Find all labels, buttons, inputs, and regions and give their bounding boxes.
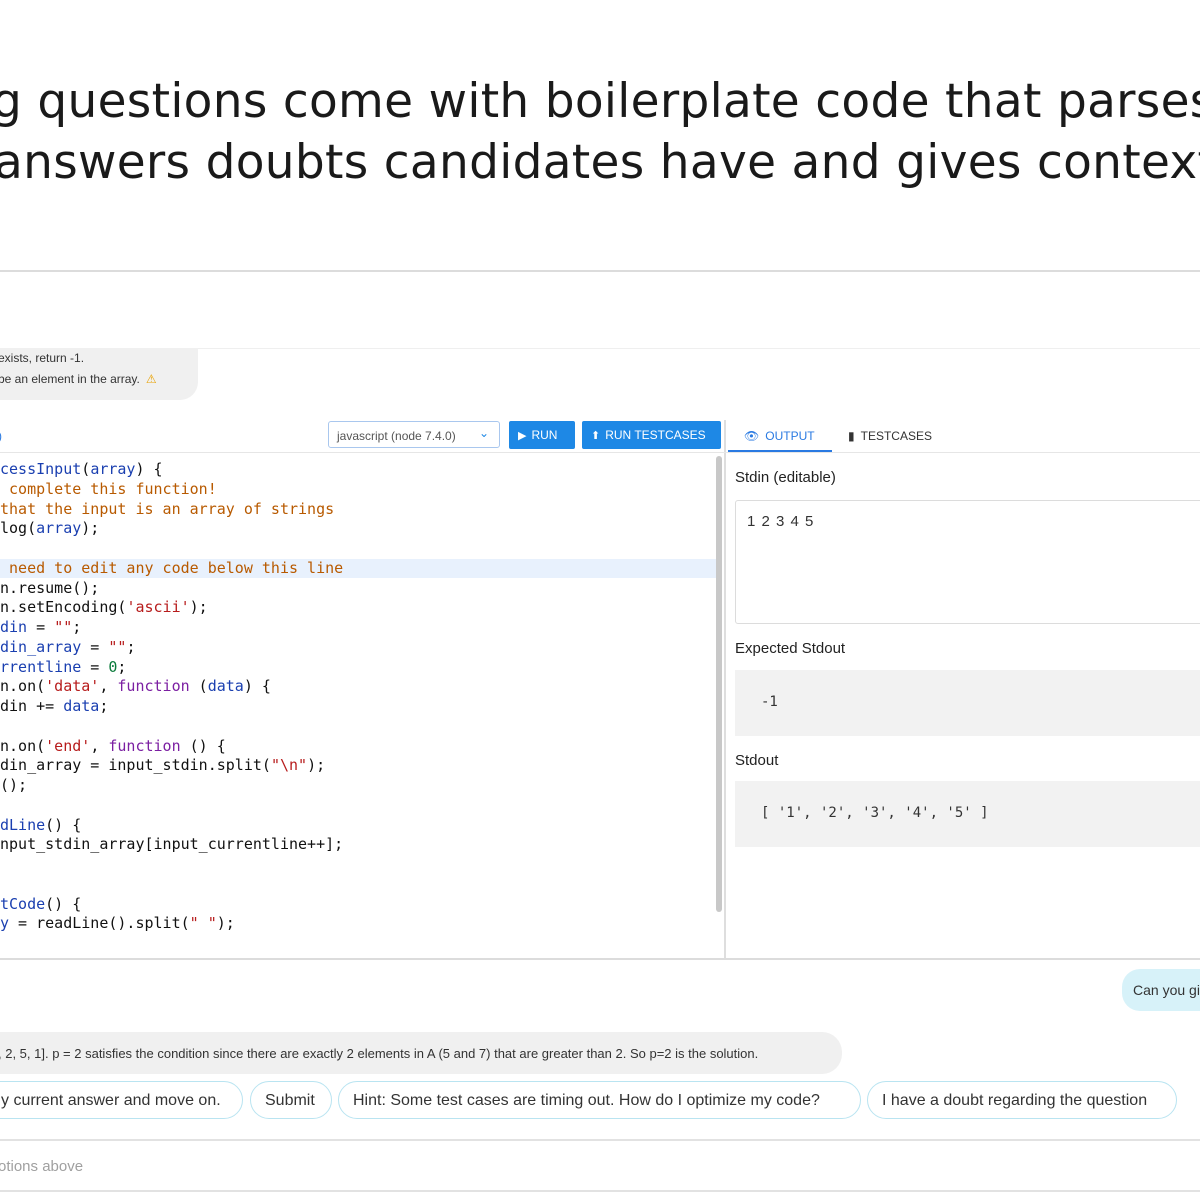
suggestion-chip-hint[interactable]: Hint: Some test cases are timing out. Ho… xyxy=(338,1081,861,1119)
code-line: that the input is an array of strings xyxy=(0,500,335,518)
suggestion-chip-label: Submit xyxy=(265,1092,315,1109)
suggestion-chip-doubt[interactable]: I have a doubt regarding the question xyxy=(867,1081,1177,1119)
expected-stdout-box: -1 xyxy=(735,670,1200,736)
suggestion-chip-label: I have a doubt regarding the question xyxy=(882,1092,1148,1109)
code-line: din_array = input_stdin.split("\n"); xyxy=(0,756,326,774)
run-testcases-button-label: RUN TESTCASES xyxy=(605,428,706,442)
code-line: rrentline = 0; xyxy=(0,658,127,676)
stdout-box: [ '1', '2', '3', '4', '5' ] xyxy=(735,781,1200,847)
code-line: n.on('data', function (data) { xyxy=(0,677,271,695)
stdout-label: Stdout xyxy=(735,752,779,769)
headline-line-1: g questions come with boilerplate code t… xyxy=(0,74,1200,129)
code-line: need to edit any code below this line xyxy=(0,559,716,578)
file-tab[interactable]: ) xyxy=(0,429,2,443)
code-line: log(array); xyxy=(0,519,100,537)
language-select-value: javascript (node 7.4.0) xyxy=(337,429,456,443)
tab-output[interactable]: 👁 OUTPUT xyxy=(744,429,815,443)
testcases-icon: ▮ xyxy=(848,429,855,443)
output-panel: 👁 OUTPUT ▮ TESTCASES Stdin (editable) 1 2 … xyxy=(724,420,1200,958)
stdout-value: [ '1', '2', '3', '4', '5' ] xyxy=(761,805,989,821)
divider xyxy=(0,1139,1200,1141)
suggestion-chip-move-on[interactable]: y current answer and move on. xyxy=(0,1081,243,1119)
editor-scrollbar[interactable] xyxy=(716,456,722,912)
upload-icon: ⬆ xyxy=(591,430,601,442)
editor-toolbar: ) javascript (node 7.4.0) ⌄ ▶ RUN ⬆ RUN TE… xyxy=(0,420,724,453)
question-text-line-1: exists, return -1. xyxy=(0,351,85,365)
code-line: (); xyxy=(0,776,28,794)
question-bubble: exists, return -1. be an element in the … xyxy=(0,348,198,400)
code-line: din = ""; xyxy=(0,618,82,636)
code-line: tCode() { xyxy=(0,895,82,913)
code-line: din_array = ""; xyxy=(0,638,136,656)
headline: g questions come with boilerplate code t… xyxy=(0,72,1200,202)
code-area[interactable]: cessInput(array) { complete this functio… xyxy=(0,460,716,956)
run-button-label: RUN xyxy=(531,428,558,442)
stdin-input[interactable]: 1 2 3 4 5 xyxy=(735,500,1200,624)
expected-stdout-value: -1 xyxy=(761,694,778,710)
language-select[interactable]: javascript (node 7.4.0) ⌄ xyxy=(328,421,500,448)
suggestion-chip-label: Hint: Some test cases are timing out. Ho… xyxy=(353,1092,820,1109)
warning-icon: ⚠ xyxy=(145,372,157,386)
chat-input-placeholder[interactable]: otions above xyxy=(0,1158,83,1175)
run-button[interactable]: ▶ RUN xyxy=(509,421,575,449)
run-testcases-button[interactable]: ⬆ RUN TESTCASES xyxy=(582,421,721,449)
active-tab-indicator xyxy=(728,450,832,452)
code-line: n.resume(); xyxy=(0,579,100,597)
tab-testcases-label: TESTCASES xyxy=(860,429,932,443)
bot-message-text: , 2, 5, 1]. p = 2 satisfies the conditio… xyxy=(0,1046,759,1061)
chevron-down-icon: ⌄ xyxy=(478,426,489,440)
user-message-text: Can you gi xyxy=(1133,982,1200,998)
user-message-bubble: Can you gi xyxy=(1122,969,1200,1011)
code-line: din += data; xyxy=(0,697,109,715)
code-line: y = readLine().split(" "); xyxy=(0,914,235,932)
tab-output-label: OUTPUT xyxy=(765,429,815,443)
divider xyxy=(0,958,1200,960)
code-line: n.on('end', function () { xyxy=(0,737,226,755)
suggestion-chip-label: y current answer and move on. xyxy=(1,1092,221,1109)
suggestion-chip-submit[interactable]: Submit xyxy=(250,1081,332,1119)
code-line: dLine() { xyxy=(0,816,82,834)
tab-testcases[interactable]: ▮ TESTCASES xyxy=(848,429,932,443)
code-line: cessInput(array) { xyxy=(0,460,163,478)
bot-message-bubble: , 2, 5, 1]. p = 2 satisfies the conditio… xyxy=(0,1032,842,1074)
play-icon: ▶ xyxy=(518,430,527,442)
divider xyxy=(0,1190,1200,1192)
expected-stdout-label: Expected Stdout xyxy=(735,640,846,657)
stdin-value: 1 2 3 4 5 xyxy=(747,513,815,530)
divider xyxy=(0,270,1200,272)
headline-line-2: answers doubts candidates have and gives… xyxy=(0,135,1200,190)
eye-icon: 👁 xyxy=(744,429,760,443)
code-editor: ) javascript (node 7.4.0) ⌄ ▶ RUN ⬆ RUN TE… xyxy=(0,420,726,958)
code-line: complete this function! xyxy=(0,480,217,498)
output-panel-tabs: 👁 OUTPUT ▮ TESTCASES xyxy=(724,420,1200,453)
question-text-line-2: be an element in the array. xyxy=(0,372,140,386)
code-line: nput_stdin_array[input_currentline++]; xyxy=(0,835,344,853)
code-line: n.setEncoding('ascii'); xyxy=(0,598,208,616)
stdin-label: Stdin (editable) xyxy=(735,469,836,486)
